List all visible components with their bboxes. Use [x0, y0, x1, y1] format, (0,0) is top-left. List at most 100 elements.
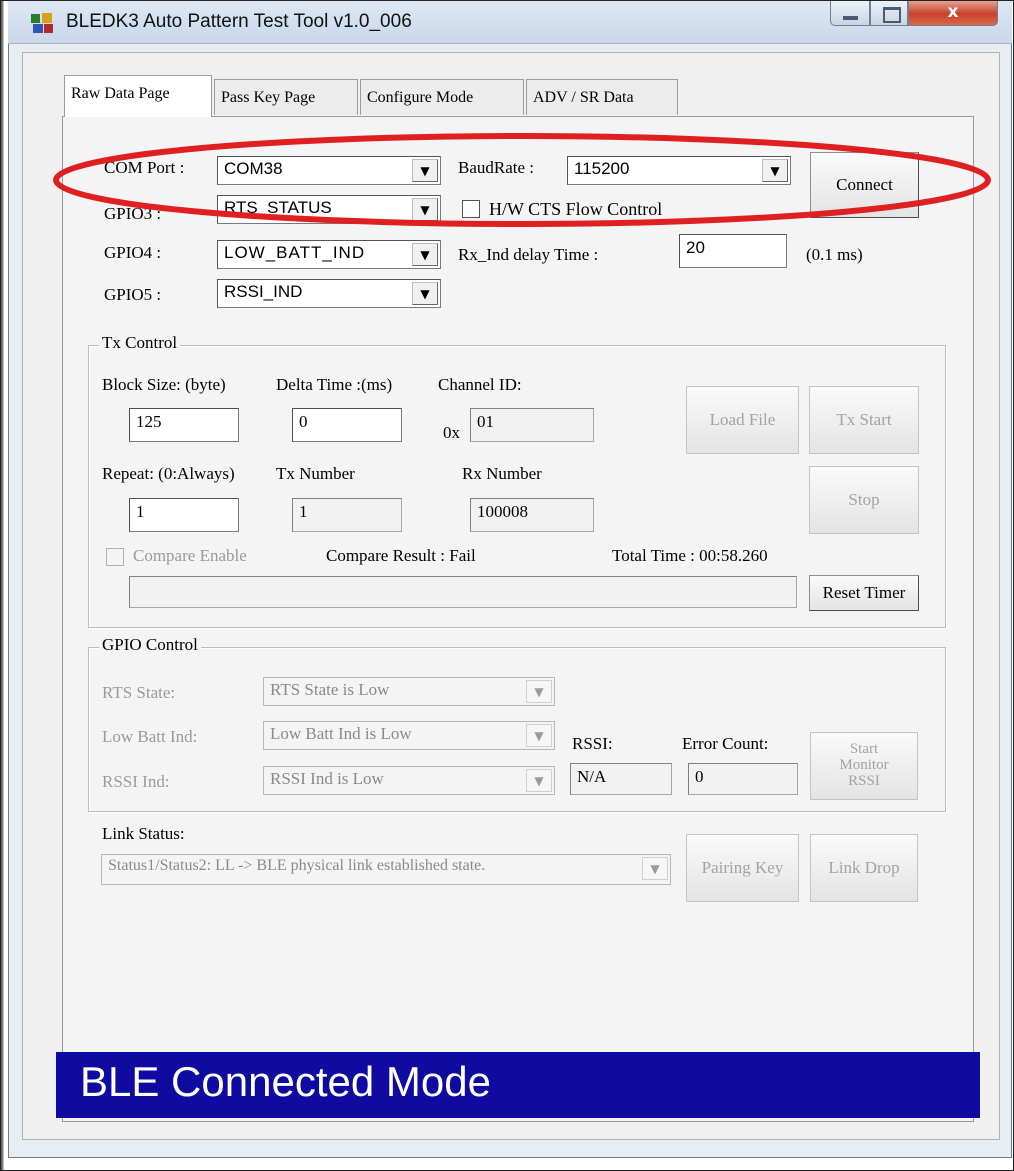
low-batt-label: Low Batt Ind:	[102, 727, 198, 746]
gpio4-label: GPIO4 :	[104, 243, 162, 262]
chevron-down-icon[interactable]: ▼	[762, 159, 788, 182]
link-status-value: Status1/Status2: LL -> BLE physical link…	[108, 857, 486, 874]
pairing-key-button[interactable]: Pairing Key	[686, 834, 799, 902]
gpio-control-title: GPIO Control	[99, 635, 201, 655]
baud-rate-label: BaudRate :	[458, 158, 535, 177]
load-file-label: Load File	[709, 410, 776, 430]
pairing-key-label: Pairing Key	[701, 858, 784, 878]
gpio3-label: GPIO3 :	[104, 204, 162, 223]
connection-status-text: BLE Connected Mode	[80, 1058, 491, 1105]
channel-id-prefix: 0x	[443, 423, 460, 442]
stop-button[interactable]: Stop	[809, 466, 919, 534]
start-monitor-line3: RSSI	[848, 772, 880, 789]
tab-adv-sr-data[interactable]: ADV / SR Data	[526, 79, 678, 115]
chevron-down-icon[interactable]: ▼	[526, 769, 552, 792]
com-port-label: COM Port :	[104, 158, 185, 177]
channel-id-label: Channel ID:	[438, 375, 522, 394]
rssi-ind-value: RSSI Ind is Low	[270, 769, 384, 788]
start-monitor-line2: Monitor	[839, 757, 889, 774]
gpio4-value: LOW_BATT_IND	[224, 243, 366, 262]
rssi-value-field: N/A	[570, 763, 672, 795]
tx-start-button[interactable]: Tx Start	[809, 386, 919, 454]
baud-rate-value: 115200	[574, 159, 630, 178]
link-status-label: Link Status:	[102, 824, 185, 843]
chevron-down-icon[interactable]: ▼	[526, 680, 552, 703]
tx-number-label: Tx Number	[276, 464, 355, 483]
compare-enable-label: Compare Enable	[133, 546, 247, 565]
rx-number-input[interactable]: 100008	[470, 498, 594, 532]
tab-label: ADV / SR Data	[533, 89, 634, 106]
link-drop-label: Link Drop	[828, 858, 900, 878]
tab-raw-data-page[interactable]: Raw Data Page	[64, 75, 212, 117]
tab-label: Raw Data Page	[71, 85, 170, 102]
gpio5-label: GPIO5 :	[104, 285, 162, 304]
flow-control-label: H/W CTS Flow Control	[489, 199, 663, 219]
close-button[interactable]: x	[908, 0, 998, 26]
compare-result-text: Compare Result : Fail	[326, 546, 476, 565]
close-icon: x	[947, 2, 959, 22]
start-monitor-rssi-button[interactable]: Start Monitor RSSI	[810, 732, 918, 800]
tab-label: Pass Key Page	[221, 89, 316, 106]
link-drop-button[interactable]: Link Drop	[810, 834, 918, 902]
app-icon	[31, 13, 53, 33]
rssi-ind-select[interactable]: RSSI Ind is Low ▼	[263, 766, 555, 795]
com-port-select[interactable]: COM38 ▼	[217, 156, 441, 185]
repeat-label: Repeat: (0:Always)	[102, 464, 235, 483]
link-status-select[interactable]: Status1/Status2: LL -> BLE physical link…	[101, 854, 671, 885]
tx-start-label: Tx Start	[836, 410, 892, 430]
chevron-down-icon[interactable]: ▼	[412, 243, 438, 266]
rx-ind-delay-label: Rx_Ind delay Time :	[458, 245, 599, 264]
chevron-down-icon[interactable]: ▼	[412, 198, 438, 221]
rssi-ind-label: RSSI Ind:	[102, 772, 170, 791]
status-message-field	[129, 576, 797, 608]
low-batt-value: Low Batt Ind is Low	[270, 724, 412, 743]
repeat-input[interactable]: 1	[129, 498, 239, 532]
gpio5-select[interactable]: RSSI_IND ▼	[217, 279, 441, 308]
tab-pass-key-page[interactable]: Pass Key Page	[214, 79, 358, 115]
low-batt-select[interactable]: Low Batt Ind is Low ▼	[263, 721, 555, 750]
gpio4-select[interactable]: LOW_BATT_IND ▼	[217, 240, 441, 269]
rts-state-value: RTS State is Low	[270, 680, 390, 699]
title-bar[interactable]: BLEDK3 Auto Pattern Test Tool v1.0_006 x	[8, 0, 1012, 44]
connect-button-label: Connect	[836, 175, 893, 195]
com-port-value: COM38	[224, 159, 283, 178]
compare-enable-checkbox[interactable]	[106, 548, 124, 566]
flow-control-checkbox[interactable]	[462, 200, 480, 218]
tab-configure-mode[interactable]: Configure Mode	[360, 79, 524, 115]
tab-label: Configure Mode	[367, 89, 474, 106]
stop-label: Stop	[848, 490, 880, 510]
rts-state-label: RTS State:	[102, 683, 176, 702]
chevron-down-icon[interactable]: ▼	[642, 857, 668, 880]
delta-time-input[interactable]: 0	[292, 408, 402, 442]
window-title: BLEDK3 Auto Pattern Test Tool v1.0_006	[66, 11, 412, 32]
rts-state-select[interactable]: RTS State is Low ▼	[263, 677, 555, 706]
start-monitor-line1: Start	[849, 741, 879, 758]
connection-status-bar: BLE Connected Mode	[56, 1052, 980, 1118]
delta-time-label: Delta Time :(ms)	[276, 375, 393, 394]
maximize-button[interactable]	[870, 0, 908, 26]
error-count-label: Error Count:	[682, 734, 769, 753]
gpio3-value: RTS_STATUS	[224, 198, 332, 217]
reset-timer-button[interactable]: Reset Timer	[809, 575, 919, 611]
chevron-down-icon[interactable]: ▼	[526, 724, 552, 747]
rssi-label: RSSI:	[572, 734, 613, 753]
chevron-down-icon[interactable]: ▼	[412, 159, 438, 182]
error-count-field: 0	[688, 763, 798, 795]
connect-button[interactable]: Connect	[810, 152, 919, 218]
tx-number-input[interactable]: 1	[292, 498, 402, 532]
gpio3-select[interactable]: RTS_STATUS ▼	[217, 195, 441, 224]
total-time-text: Total Time : 00:58.260	[612, 546, 768, 565]
chevron-down-icon[interactable]: ▼	[412, 282, 438, 305]
tx-control-title: Tx Control	[99, 333, 181, 353]
block-size-label: Block Size: (byte)	[102, 375, 226, 394]
gpio5-value: RSSI_IND	[224, 282, 303, 301]
rx-number-label: Rx Number	[462, 464, 542, 483]
baud-rate-select[interactable]: 115200 ▼	[567, 156, 791, 185]
minimize-button[interactable]	[830, 0, 870, 26]
load-file-button[interactable]: Load File	[686, 386, 799, 454]
rx-ind-delay-unit: (0.1 ms)	[806, 245, 863, 264]
reset-timer-label: Reset Timer	[822, 583, 906, 603]
channel-id-input[interactable]: 01	[470, 408, 594, 442]
rx-ind-delay-input[interactable]: 20	[679, 234, 787, 268]
block-size-input[interactable]: 125	[129, 408, 239, 442]
